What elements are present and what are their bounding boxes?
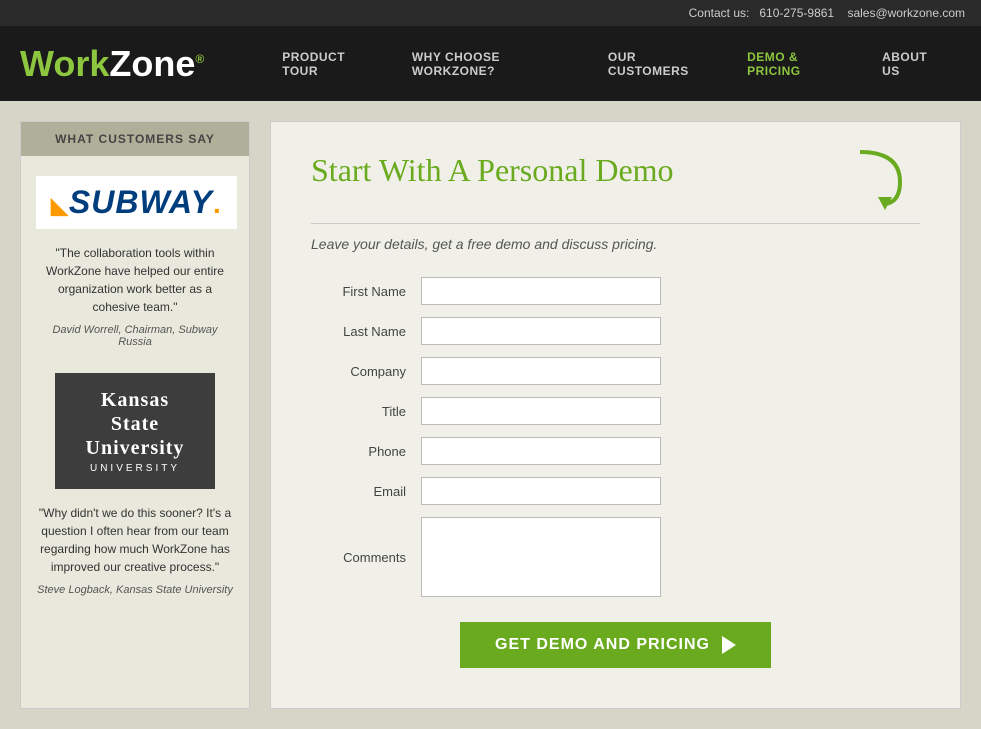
title-label: Title [311,404,421,419]
ksu-title: Kansas State [75,388,195,436]
company-row: Company [311,357,920,385]
phone-row: Phone [311,437,920,465]
company-label: Company [311,364,421,379]
email-input[interactable] [421,477,661,505]
form-panel: Start With A Personal Demo Leave your de… [270,121,961,709]
submit-label: GET DEMO AND PRICING [495,636,710,654]
nav-our-customers[interactable]: OUR CUSTOMERS [590,50,729,78]
phone-number: 610-275-9861 [759,6,834,20]
first-name-row: First Name [311,277,920,305]
comments-row: Comments [311,517,920,597]
form-title: Start With A Personal Demo [311,152,840,189]
ksu-quote: "Why didn't we do this sooner? It's a qu… [36,504,234,576]
top-bar: Contact us: 610-275-9861 sales@workzone.… [0,0,981,26]
comments-label: Comments [311,550,421,565]
first-name-label: First Name [311,284,421,299]
email-link[interactable]: sales@workzone.com [847,6,965,20]
ksu-title2: University [75,436,195,460]
main-content: WHAT CUSTOMERS SAY ◣SUBWAY. "The collabo… [0,101,981,729]
logo-zone: Zone [109,43,195,84]
first-name-input[interactable] [421,277,661,305]
last-name-label: Last Name [311,324,421,339]
nav-about-us[interactable]: ABOUT US [864,50,961,78]
ksu-logo-container: Kansas State University UNIVERSITY [36,373,234,489]
arrow-decoration [850,142,920,223]
ksu-subtitle: UNIVERSITY [75,463,195,474]
logo-trademark: ® [195,52,204,66]
nav-why-choose[interactable]: WHY CHOOSE WORKZONE? [394,50,590,78]
contact-label: Contact us: [689,6,750,20]
subway-attribution: David Worrell, Chairman, Subway Russia [36,324,234,348]
company-input[interactable] [421,357,661,385]
sidebar: WHAT CUSTOMERS SAY ◣SUBWAY. "The collabo… [20,121,250,709]
main-nav: PRODUCT TOUR WHY CHOOSE WORKZONE? OUR CU… [264,50,961,78]
subway-quote: "The collaboration tools within WorkZone… [36,244,234,316]
title-row: Title [311,397,920,425]
nav-demo-pricing[interactable]: DEMO & PRICING [729,50,864,78]
email-label: Email [311,484,421,499]
submit-arrow-icon [722,636,736,654]
logo-work: Work [20,43,109,84]
phone-input[interactable] [421,437,661,465]
submit-row: GET DEMO AND PRICING [311,622,920,668]
email-row: Email [311,477,920,505]
title-input[interactable] [421,397,661,425]
subway-logo-text: ◣SUBWAY. [51,184,222,220]
phone-label: Phone [311,444,421,459]
demo-form: First Name Last Name Company Title Phone… [311,277,920,668]
sidebar-header: WHAT CUSTOMERS SAY [21,122,249,156]
nav-product-tour[interactable]: PRODUCT TOUR [264,50,394,78]
ksu-attribution: Steve Logback, Kansas State University [36,584,234,596]
sidebar-body: ◣SUBWAY. "The collaboration tools within… [21,156,249,641]
last-name-input[interactable] [421,317,661,345]
submit-button[interactable]: GET DEMO AND PRICING [460,622,771,668]
logo[interactable]: WorkZone® [20,43,204,85]
subway-logo-container: ◣SUBWAY. [36,176,234,229]
form-subtitle: Leave your details, get a free demo and … [311,223,920,252]
comments-textarea[interactable] [421,517,661,597]
last-name-row: Last Name [311,317,920,345]
nav-bar: WorkZone® PRODUCT TOUR WHY CHOOSE WORKZO… [0,26,981,101]
